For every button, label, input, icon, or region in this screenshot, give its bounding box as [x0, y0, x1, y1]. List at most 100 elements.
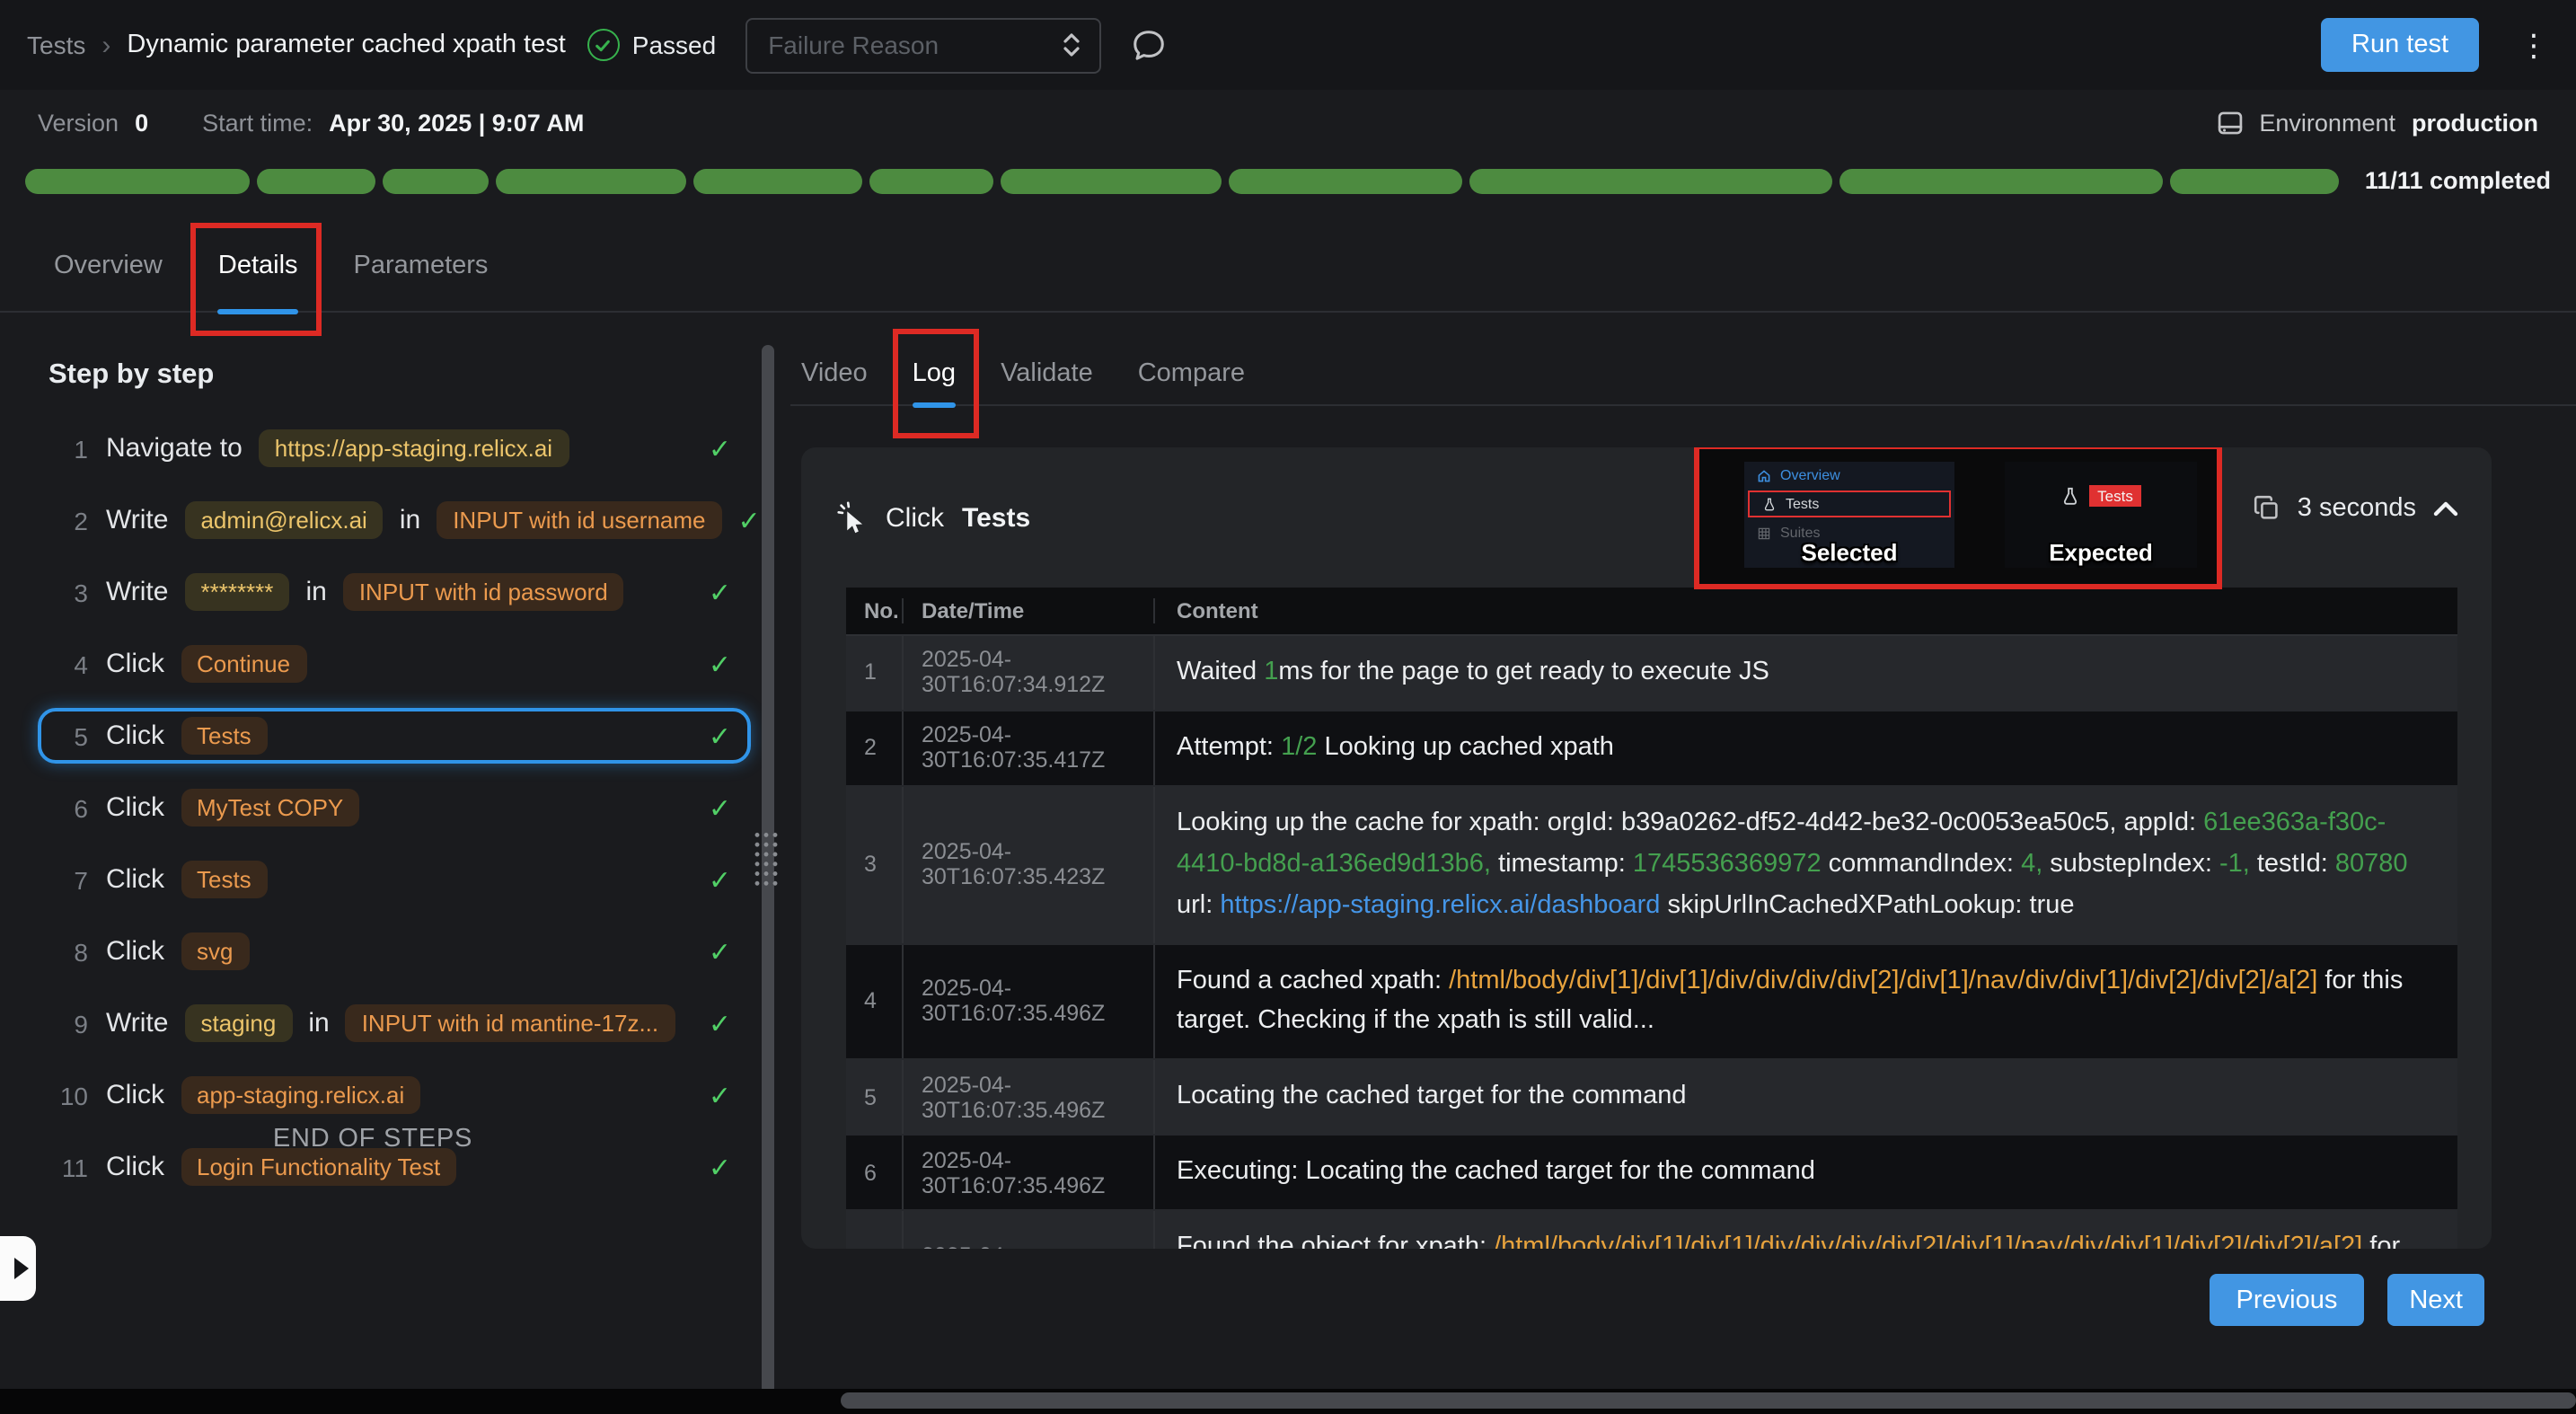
step-row-6[interactable]: 6ClickMyTest COPY✓	[38, 780, 751, 835]
app-root: Tests › Dynamic parameter cached xpath t…	[0, 0, 2576, 1414]
log-text: commandIndex:	[1822, 849, 2021, 878]
failure-reason-placeholder: Failure Reason	[768, 31, 939, 59]
previous-button[interactable]: Previous	[2210, 1274, 2365, 1326]
step-row-7[interactable]: 7ClickTests✓	[38, 852, 751, 907]
step-action-label: Navigate to	[106, 433, 243, 464]
log-row-4[interactable]: 42025-04-30T16:07:35.496ZFound a cached …	[846, 944, 2457, 1061]
end-of-steps-label: END OF STEPS	[0, 1125, 745, 1153]
tab-parameters[interactable]: Parameters	[354, 230, 489, 311]
step-number: 3	[57, 578, 88, 606]
tab-video[interactable]: Video	[801, 345, 868, 404]
step-success-check-icon: ✓	[709, 791, 731, 824]
step-success-check-icon: ✓	[709, 935, 731, 968]
tab-details[interactable]: Details	[218, 230, 298, 311]
log-text: Looking up cached xpath	[1317, 733, 1614, 762]
run-test-button[interactable]: Run test	[2321, 18, 2479, 72]
horizontal-scrollbar-thumb[interactable]	[841, 1392, 2576, 1409]
log-row-7[interactable]: 72025-04-30T16:07:35.753ZFound the objec…	[846, 1211, 2457, 1249]
log-row-3[interactable]: 32025-04-30T16:07:35.423Z Looking up the …	[846, 787, 2457, 944]
log-row-content: Waited 1ms for the page to get ready to …	[1155, 636, 2457, 710]
step-success-check-icon: ✓	[709, 720, 731, 752]
step-success-check-icon: ✓	[709, 576, 731, 608]
environment-value: production	[2412, 109, 2538, 136]
log-row-5[interactable]: 52025-04-30T16:07:35.496ZLocating the ca…	[846, 1061, 2457, 1136]
log-text: Waited	[1177, 658, 1264, 686]
steps-title: Step by step	[49, 359, 214, 392]
log-value-green: 4,	[2021, 849, 2042, 878]
step-row-8[interactable]: 8Clicksvg✓	[38, 924, 751, 979]
step-chip: INPUT with id mantine-17z...	[346, 1004, 675, 1042]
kebab-menu-icon[interactable]: ⋮	[2519, 30, 2549, 60]
expected-thumbnail[interactable]: Tests Expected	[2005, 462, 2197, 568]
log-action-target: Tests	[962, 502, 1030, 533]
horizontal-scrollbar-track[interactable]	[0, 1389, 2576, 1414]
steps-panel: Step by step 1Navigate tohttps://app-sta…	[0, 334, 790, 1389]
step-success-check-icon: ✓	[709, 1151, 731, 1183]
panel-resize-handle-icon[interactable]	[753, 830, 780, 886]
next-button[interactable]: Next	[2387, 1274, 2484, 1326]
step-row-2[interactable]: 2Writeadmin@relicx.aiinINPUT with id use…	[38, 492, 751, 548]
failure-reason-select[interactable]: Failure Reason	[745, 17, 1100, 73]
tab-active-underline	[218, 309, 298, 314]
log-row-6[interactable]: 62025-04-30T16:07:35.496ZExecuting: Loca…	[846, 1136, 2457, 1212]
progress-completed-label: 11/11 completed	[2365, 167, 2551, 194]
log-card-header: Click Tests Overview Tests	[801, 447, 2492, 588]
step-row-3[interactable]: 3Write********inINPUT with id password✓	[38, 564, 751, 620]
select-chevrons-icon	[1061, 31, 1081, 59]
step-row-5[interactable]: 5ClickTests✓	[38, 708, 751, 764]
log-value-green: 1	[1264, 658, 1278, 686]
main-tabs: Overview Details Parameters	[0, 230, 2576, 313]
breadcrumb-tests[interactable]: Tests	[27, 31, 85, 59]
tab-validate[interactable]: Validate	[1001, 345, 1093, 404]
annotation-box-thumbnails: Overview Tests Suites Selected	[1694, 447, 2222, 589]
status-badge: Passed	[587, 29, 716, 61]
step-row-1[interactable]: 1Navigate tohttps://app-staging.relicx.a…	[38, 420, 751, 476]
breadcrumb-separator-icon: ›	[101, 30, 110, 60]
step-row-9[interactable]: 9WritestaginginINPUT with id mantine-17z…	[38, 995, 751, 1051]
log-row-timestamp: 2025-04-30T16:07:35.423Z	[904, 787, 1155, 942]
comment-icon[interactable]	[1129, 26, 1167, 64]
log-value-green: 1745536369972	[1633, 849, 1822, 878]
log-panel: Video Log Validate Compare Click Tests	[790, 334, 2576, 1414]
step-number: 8	[57, 937, 88, 966]
step-action-label: Click	[106, 864, 164, 895]
copy-icon[interactable]	[2253, 494, 2281, 523]
log-value-blue[interactable]: https://app-staging.relicx.ai/dashboard	[1220, 890, 1660, 919]
step-chip: MyTest COPY	[181, 789, 359, 826]
log-text: url:	[1177, 890, 1220, 919]
log-row-content: Found a cached xpath: /html/body/div[1]/…	[1155, 944, 2457, 1059]
topbar: Tests › Dynamic parameter cached xpath t…	[0, 0, 2576, 90]
expand-drawer-button[interactable]	[0, 1236, 36, 1301]
progress-segment	[383, 168, 489, 193]
log-row-2[interactable]: 22025-04-30T16:07:35.417ZAttempt: 1/2 Lo…	[846, 711, 2457, 787]
step-number: 11	[57, 1153, 88, 1181]
log-row-timestamp: 2025-04-30T16:07:34.912Z	[904, 636, 1155, 710]
log-table-body: 1 2025-04-30T16:07:34.912ZWaited 1ms for …	[846, 636, 2457, 1249]
log-row-number: 3	[846, 787, 904, 942]
progress-segment	[25, 168, 250, 193]
log-row-content: Locating the cached target for the comma…	[1155, 1061, 2457, 1135]
tab-log[interactable]: Log	[913, 345, 956, 404]
log-text: Looking up the cache for xpath: orgId: b…	[1177, 809, 2203, 837]
selected-thumbnail[interactable]: Overview Tests Suites Selected	[1744, 462, 1954, 568]
log-row-1[interactable]: 1 2025-04-30T16:07:34.912ZWaited 1ms for …	[846, 636, 2457, 711]
log-row-content: Executing: Locating the cached target fo…	[1155, 1136, 2457, 1210]
log-card: Click Tests Overview Tests	[801, 447, 2492, 1249]
step-number: 5	[57, 721, 88, 750]
progress-segment	[1839, 168, 2164, 193]
tab-compare[interactable]: Compare	[1138, 345, 1245, 404]
environment-icon	[2214, 107, 2245, 137]
log-text: Locating the cached target for the comma…	[1177, 1083, 1686, 1111]
tab-overview[interactable]: Overview	[54, 230, 163, 311]
chevron-up-icon[interactable]	[2432, 499, 2459, 517]
step-row-4[interactable]: 4ClickContinue✓	[38, 636, 751, 692]
step-row-10[interactable]: 10Clickapp-staging.relicx.ai✓	[38, 1067, 751, 1123]
tab-active-underline	[913, 402, 956, 408]
status-label: Passed	[632, 31, 716, 59]
step-chip: Continue	[181, 645, 306, 683]
log-text: Found a cached xpath:	[1177, 966, 1449, 994]
progress-segment	[1230, 168, 1462, 193]
step-chip: ********	[184, 573, 289, 611]
step-action-label: Click	[106, 1080, 164, 1110]
log-row-number: 2	[846, 711, 904, 785]
